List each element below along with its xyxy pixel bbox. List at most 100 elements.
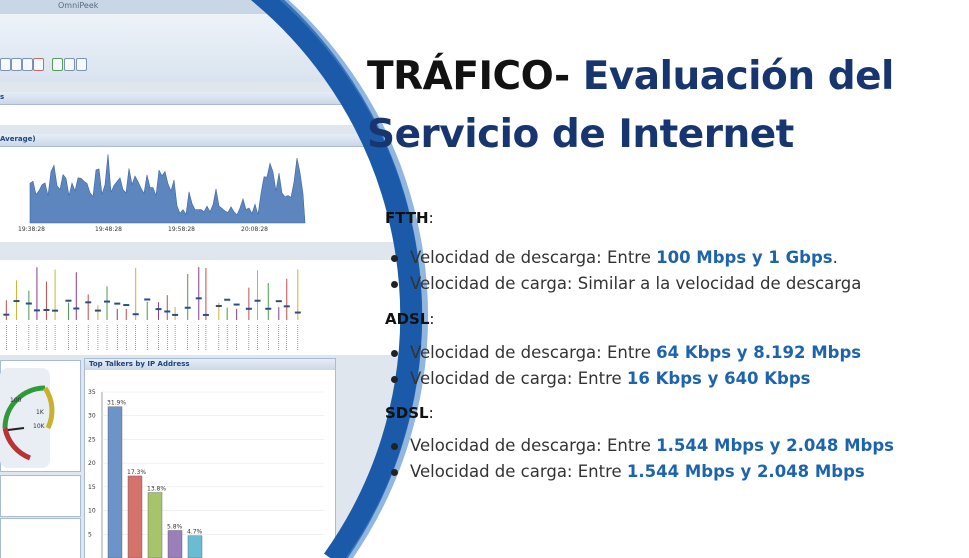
- toolbar-button-icon[interactable]: [76, 58, 87, 71]
- title-part2: Evaluación del: [582, 54, 895, 99]
- toolbar-button-icon[interactable]: [64, 58, 75, 71]
- bullet-icon: [391, 469, 398, 476]
- toolbar-button-icon[interactable]: [11, 58, 22, 71]
- item-highlight: 64 Kbps y 8.192 Mbps: [656, 343, 862, 362]
- item-text: Velocidad de carga: Entre: [410, 369, 627, 388]
- item-highlight: 100 Mbps y 1 Gbps: [656, 248, 833, 267]
- toolbar-button-icon[interactable]: [33, 58, 44, 71]
- bullet-icon: [391, 255, 398, 262]
- side-panel: [0, 518, 81, 558]
- protocol-chart: [3, 267, 301, 350]
- protocol-marker: [25, 302, 32, 305]
- protocol-marker: [245, 307, 252, 310]
- protocol-marker: [155, 308, 162, 311]
- talkers-tick: 20: [88, 460, 96, 467]
- top-talkers-chart: 35 30 25 20 15 10 5 31.9% 17.3% 13.8% 5.8% 4.7%: [88, 389, 324, 558]
- side-panel: [0, 475, 81, 517]
- protocol-marker: [254, 299, 261, 302]
- protocol-marker: [144, 298, 151, 301]
- talkers-tick: 25: [88, 436, 96, 443]
- list-item: Velocidad de descarga: Entre 1.544 Mbps …: [388, 433, 894, 459]
- protocol-marker: [13, 300, 20, 303]
- section-sdsl-heading: SDSL:: [385, 404, 434, 422]
- talkers-tick: 30: [88, 413, 96, 420]
- protocol-marker: [123, 304, 130, 307]
- gauge-label: 1K: [36, 409, 45, 416]
- protocol-marker: [224, 298, 231, 301]
- protocol-marker: [265, 307, 272, 310]
- protocol-marker: [294, 311, 301, 314]
- talker-bar-label: 31.9%: [107, 400, 126, 407]
- title-part3: Servicio de Internet: [367, 112, 794, 157]
- item-text: Velocidad de descarga: Entre: [410, 343, 657, 362]
- utilization-area-chart: [29, 154, 306, 224]
- section-name: FTTH: [385, 209, 429, 227]
- item-text: Velocidad de carga: Entre: [410, 462, 627, 481]
- protocol-marker: [104, 300, 111, 303]
- list-item: Velocidad de carga: Entre 1.544 Mbps y 2…: [388, 459, 894, 485]
- item-text: Velocidad de carga: Similar a la velocid…: [410, 274, 862, 293]
- item-suffix: .: [832, 248, 838, 267]
- gauge-label: 100: [10, 397, 22, 404]
- list-item: Velocidad de descarga: Entre 64 Kbps y 8…: [388, 340, 861, 366]
- speed-gauge: 100 1K 10K: [0, 368, 55, 468]
- talkers-tick: 10: [88, 508, 96, 515]
- toolbar-button-icon[interactable]: [0, 58, 11, 71]
- section-colon: :: [428, 404, 434, 422]
- bullet-icon: [391, 376, 398, 383]
- protocol-marker: [172, 313, 179, 316]
- time-tick: 19:38:28: [18, 226, 45, 233]
- protocol-marker: [65, 299, 72, 302]
- top-talkers-header: Top Talkers by IP Address: [85, 359, 335, 370]
- protocol-marker: [114, 302, 121, 305]
- protocol-marker: [52, 309, 59, 312]
- omnipeek-screenshot: OmniPeek s Average) 19:38:28 19:48:28 19…: [0, 0, 420, 558]
- bullet-icon: [391, 281, 398, 288]
- top-talkers-title: Top Talkers by IP Address: [89, 360, 190, 368]
- protocol-marker: [275, 300, 282, 303]
- page-title: TRÁFICO- Evaluación del Servicio de Inte…: [367, 48, 957, 164]
- talker-bar-label: 4.7%: [187, 529, 203, 536]
- talker-bar-label: 17.3%: [127, 469, 146, 476]
- protocol-marker: [202, 313, 209, 316]
- talker-bar: [107, 406, 123, 558]
- ftth-list: Velocidad de descarga: Entre 100 Mbps y …: [388, 245, 861, 297]
- talker-bar: [187, 535, 203, 558]
- protocol-marker: [215, 304, 222, 307]
- section-adsl-heading: ADSL:: [385, 310, 434, 328]
- talker-bar: [167, 530, 183, 558]
- protocol-marker: [233, 303, 240, 306]
- talkers-tick: 5: [88, 531, 92, 538]
- window-titlebar: OmniPeek: [0, 0, 420, 14]
- item-highlight: 16 Kbps y 640 Kbps: [626, 369, 811, 388]
- toolbar-button-icon[interactable]: [52, 58, 63, 71]
- item-text: Velocidad de descarga: Entre: [410, 248, 657, 267]
- utilization-header: Average): [0, 134, 420, 147]
- talker-bar: [147, 492, 163, 558]
- item-highlight: 1.544 Mbps y 2.048 Mbps: [626, 462, 865, 481]
- talkers-tick: 35: [88, 389, 96, 396]
- title-part1: TRÁFICO-: [367, 54, 570, 99]
- talker-bar-label: 5.8%: [167, 523, 183, 530]
- item-highlight: 1.544 Mbps y 2.048 Mbps: [656, 436, 894, 455]
- utilization-title: Average): [0, 135, 36, 143]
- bullet-icon: [391, 350, 398, 357]
- section-ftth-heading: FTTH:: [385, 209, 434, 227]
- protocol-marker: [164, 310, 171, 313]
- protocol-marker: [43, 308, 50, 311]
- panel-header: s: [0, 92, 420, 105]
- list-item: Velocidad de carga: Similar a la velocid…: [388, 271, 861, 297]
- protocol-marker: [3, 313, 10, 316]
- screenshot-window: OmniPeek s Average) 19:38:28 19:48:28 19…: [0, 0, 420, 558]
- sdsl-list: Velocidad de descarga: Entre 1.544 Mbps …: [388, 433, 894, 485]
- utilization-area: [29, 154, 306, 224]
- panel-title: s: [0, 93, 5, 101]
- item-text: Velocidad de descarga: Entre: [410, 436, 657, 455]
- protocol-marker: [132, 313, 139, 316]
- protocol-marker: [184, 306, 191, 309]
- section-name: SDSL: [385, 404, 429, 422]
- gauge-label: 10K: [33, 423, 46, 430]
- toolbar-button-icon[interactable]: [22, 58, 33, 71]
- time-tick: 20:08:28: [241, 226, 268, 233]
- toolbar: [0, 14, 420, 82]
